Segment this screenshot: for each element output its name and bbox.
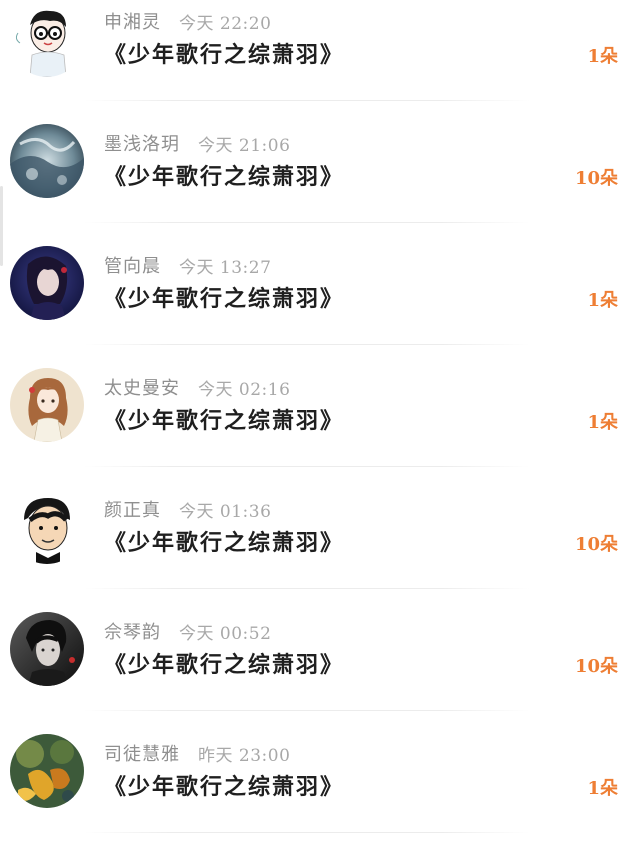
avatar[interactable] — [10, 490, 84, 564]
gift-count: 1朵 — [587, 290, 618, 311]
item-meta: 佘琴韵 今天 00:52 — [104, 619, 272, 644]
avatar[interactable] — [10, 246, 84, 320]
cartoon-boy-glasses-avatar — [10, 3, 84, 77]
anime-girl-dark-avatar — [10, 246, 84, 320]
divider — [84, 832, 530, 833]
timestamp: 今天 01:36 — [179, 501, 272, 522]
sender-name: 颜正真 — [104, 500, 161, 521]
timestamp: 今天 22:20 — [179, 13, 272, 34]
item-meta: 申湘灵 今天 22:20 — [104, 9, 272, 34]
list-item[interactable]: 管向晨 今天 13:27 《少年歌行之综萧羽》 1朵 — [0, 244, 640, 366]
list-item[interactable]: 佘琴韵 今天 00:52 《少年歌行之综萧羽》 10朵 — [0, 610, 640, 732]
divider — [84, 344, 530, 345]
divider — [84, 222, 530, 223]
avatar[interactable] — [10, 3, 84, 77]
book-title[interactable]: 《少年歌行之综萧羽》 — [104, 161, 344, 193]
item-meta: 司徒慧雅 昨天 23:00 — [104, 741, 291, 766]
autumn-leaves-avatar — [10, 734, 84, 808]
gift-count: 1朵 — [587, 46, 618, 67]
sender-name: 管向晨 — [104, 256, 161, 277]
timestamp: 今天 21:06 — [198, 135, 291, 156]
sender-name: 佘琴韵 — [104, 622, 161, 643]
book-title[interactable]: 《少年歌行之综萧羽》 — [104, 771, 344, 803]
book-title[interactable]: 《少年歌行之综萧羽》 — [104, 649, 344, 681]
sender-name: 司徒慧雅 — [104, 744, 180, 765]
item-meta: 太史曼安 今天 02:16 — [104, 375, 291, 400]
list-item[interactable]: 申湘灵 今天 22:20 《少年歌行之综萧羽》 1朵 — [0, 0, 640, 122]
anime-girl-curly-avatar — [10, 368, 84, 442]
list-item[interactable]: 司徒慧雅 昨天 23:00 《少年歌行之综萧羽》 1朵 — [0, 732, 640, 854]
book-title[interactable]: 《少年歌行之综萧羽》 — [104, 39, 344, 71]
avatar[interactable] — [10, 734, 84, 808]
list-item[interactable]: 墨浅洛玥 今天 21:06 《少年歌行之综萧羽》 10朵 — [0, 122, 640, 244]
timestamp: 今天 00:52 — [179, 623, 272, 644]
list-item[interactable]: 颜正真 今天 01:36 《少年歌行之综萧羽》 10朵 — [0, 488, 640, 610]
timestamp: 昨天 23:00 — [198, 745, 291, 766]
item-meta: 管向晨 今天 13:27 — [104, 253, 272, 278]
avatar[interactable] — [10, 612, 84, 686]
timestamp: 今天 02:16 — [198, 379, 291, 400]
sender-name: 墨浅洛玥 — [104, 134, 180, 155]
gift-record-list: 申湘灵 今天 22:20 《少年歌行之综萧羽》 1朵 墨浅洛玥 今天 21:06… — [0, 0, 640, 851]
gift-count: 10朵 — [574, 168, 618, 189]
item-meta: 墨浅洛玥 今天 21:06 — [104, 131, 291, 156]
cartoon-man-avatar — [10, 490, 84, 564]
gift-count: 1朵 — [587, 412, 618, 433]
ink-painting-avatar — [10, 124, 84, 198]
book-title[interactable]: 《少年歌行之综萧羽》 — [104, 527, 344, 559]
gift-count: 1朵 — [587, 778, 618, 799]
divider — [84, 710, 530, 711]
timestamp: 今天 13:27 — [179, 257, 272, 278]
gift-count: 10朵 — [574, 534, 618, 555]
divider — [84, 588, 530, 589]
book-title[interactable]: 《少年歌行之综萧羽》 — [104, 283, 344, 315]
dark-portrait-avatar — [10, 612, 84, 686]
list-item[interactable]: 太史曼安 今天 02:16 《少年歌行之综萧羽》 1朵 — [0, 366, 640, 488]
divider — [84, 100, 530, 101]
sender-name: 太史曼安 — [104, 378, 180, 399]
avatar[interactable] — [10, 368, 84, 442]
item-meta: 颜正真 今天 01:36 — [104, 497, 272, 522]
gift-count: 10朵 — [574, 656, 618, 677]
divider — [84, 466, 530, 467]
book-title[interactable]: 《少年歌行之综萧羽》 — [104, 405, 344, 437]
sender-name: 申湘灵 — [104, 12, 161, 33]
avatar[interactable] — [10, 124, 84, 198]
